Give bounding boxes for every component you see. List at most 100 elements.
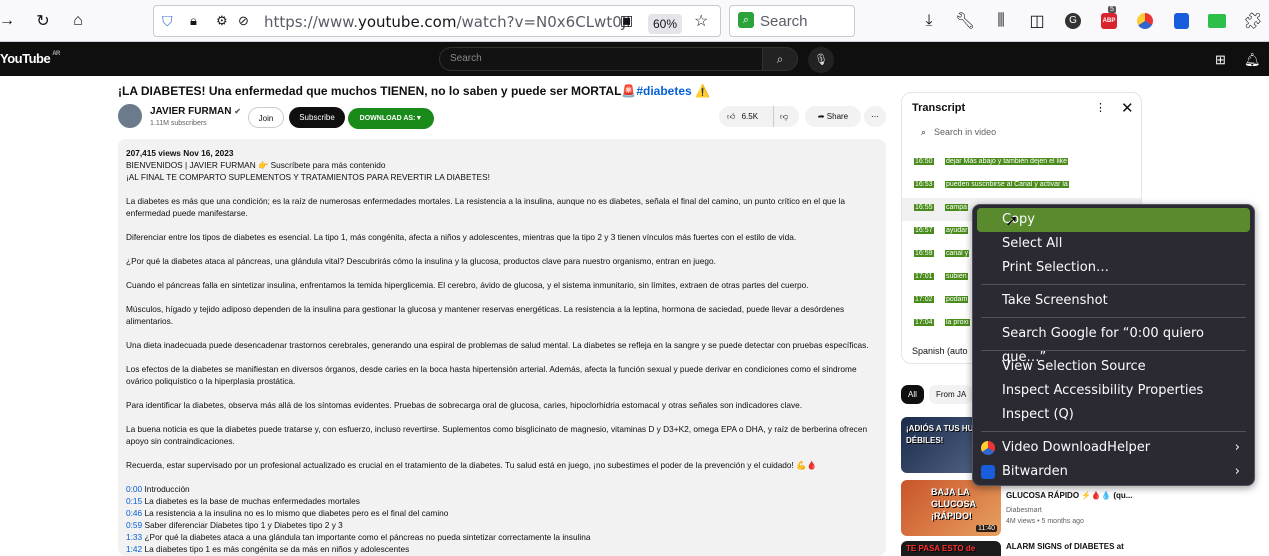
bitwarden-icon[interactable]	[1170, 10, 1192, 32]
extensions-icon[interactable]: 🧩︎	[1242, 10, 1264, 32]
create-video-icon[interactable]: ⊞	[1215, 52, 1226, 68]
menu-item-inspect[interactable]: Inspect (Q)	[977, 403, 1250, 427]
menu-item-take-screenshot[interactable]: Take Screenshot	[977, 289, 1250, 313]
description-paragraph: Para identificar la diabetes, observa má…	[126, 400, 803, 410]
view-stats: 207,415 views Nov 16, 2023	[126, 148, 234, 158]
menu-separator	[981, 317, 1246, 318]
transcript-language-select[interactable]: Spanish (auto	[912, 346, 968, 356]
chapter-timestamp[interactable]: 1:33	[126, 532, 142, 542]
avatar[interactable]	[118, 104, 142, 128]
menu-item-select-all[interactable]: Select All	[977, 232, 1250, 256]
chapter-timestamp[interactable]: 0:59	[126, 520, 142, 530]
description-paragraph: La diabetes es más que una condición; es…	[126, 196, 846, 218]
autoplay-blocked-icon[interactable]: ⊘	[238, 13, 249, 29]
chapter-timestamp[interactable]: 1:42	[126, 544, 142, 554]
browser-search-field[interactable]: ⌕ Search	[729, 5, 855, 37]
lock-icon[interactable]: 🔒︎	[190, 13, 197, 29]
chip-all[interactable]: All	[901, 385, 924, 404]
description-paragraph: Músculos, hígado y tejido adiposo depend…	[126, 304, 845, 326]
chapter-timestamp[interactable]: 0:15	[126, 496, 142, 506]
recommendation-title[interactable]: ALARM SIGNS of DIABETES at	[1006, 542, 1136, 552]
like-button[interactable]: 👍︎ 6.5K 👎︎	[719, 106, 799, 127]
channel-name[interactable]: JAVIER FURMAN ✔	[150, 106, 241, 117]
menu-separator	[981, 350, 1246, 351]
subscriber-count: 1.11M subscribers	[150, 120, 207, 127]
mouse-cursor-icon: ➚	[1005, 213, 1019, 230]
description-line: ¡AL FINAL TE COMPARTO SUPLEMENTOS Y TRAT…	[126, 172, 490, 182]
subscribe-button[interactable]: Subscribe	[289, 107, 345, 128]
home-icon[interactable]: ⌂	[67, 10, 89, 32]
download-button[interactable]: DOWNLOAD AS:▼	[348, 108, 434, 129]
shield-icon[interactable]: ⛉	[162, 13, 173, 30]
like-count: 6.5K	[741, 112, 759, 121]
forward-icon[interactable]: →	[0, 10, 18, 32]
search-icon[interactable]: ⌕	[762, 47, 798, 71]
chip-from-channel[interactable]: From JA	[929, 385, 974, 404]
menu-item-bitwarden[interactable]: Bitwarden ›	[977, 460, 1250, 484]
description-line: BIENVENIDOS | JAVIER FURMAN 👉 Suscríbete…	[126, 160, 386, 170]
sidebar-icon[interactable]: ◫	[1026, 10, 1048, 32]
join-button[interactable]: Join	[248, 107, 284, 128]
recommendation-title[interactable]: GLUCOSA RÁPIDO ⚡🩸💧 (qu...	[1006, 491, 1136, 501]
video-description[interactable]: 207,415 views Nov 16, 2023 BIENVENIDOS |…	[118, 139, 886, 556]
more-actions-button[interactable]: ⋯	[864, 106, 886, 127]
menu-separator	[981, 284, 1246, 285]
description-paragraph: Diferenciar entre los tipos de diabetes …	[126, 232, 797, 242]
zoom-level[interactable]: 60%	[648, 14, 682, 34]
permissions-icon[interactable]: ⚙	[216, 13, 228, 29]
search-icon: ⌕	[921, 127, 927, 137]
recommendation-thumbnail[interactable]: BAJA LA GLUCOSA ¡RÁPIDO! 11:40	[901, 480, 1001, 536]
menu-item-view-selection-source[interactable]: View Selection Source	[977, 355, 1250, 379]
youtube-search-input[interactable]: Search	[439, 47, 763, 71]
close-icon[interactable]: ✕	[1121, 99, 1134, 117]
library-icon[interactable]: ⫼	[990, 10, 1012, 32]
chapter-timestamp[interactable]: 0:46	[126, 508, 142, 518]
description-paragraph: La buena noticia es que la diabetes pued…	[126, 424, 868, 446]
chapter-item: 0:00 Introducción	[126, 484, 190, 494]
video-downloadhelper-icon	[981, 441, 995, 455]
chapter-item: 0:46 La resistencia a la insulina no es …	[126, 508, 449, 518]
url-text[interactable]: https://www.youtube.com/watch?v=N0x6CLwt…	[264, 13, 631, 31]
extension-green-icon[interactable]	[1206, 10, 1228, 32]
bookmark-star-icon[interactable]: ☆	[694, 11, 708, 31]
recommendation-thumbnail[interactable]: TE PASA ESTO de NOCHE?	[901, 541, 1001, 556]
notifications-bell-icon[interactable]: 🔔︎	[1244, 52, 1261, 68]
menu-item-video-downloadhelper[interactable]: Video DownloadHelper ›	[977, 436, 1250, 460]
country-code: AR	[52, 51, 60, 57]
menu-item-print-selection[interactable]: Print Selection…	[977, 256, 1250, 280]
video-downloadhelper-icon[interactable]	[1134, 10, 1156, 32]
transcript-title: Transcript	[912, 102, 966, 114]
thumbs-down-icon[interactable]: 👎︎	[773, 106, 788, 127]
chapter-item: 1:33 ¿Por qué la diabetes ataca a una gl…	[126, 532, 591, 542]
youtube-logo[interactable]: YouTube AR	[0, 51, 60, 66]
more-options-icon[interactable]: ⋮	[1095, 101, 1106, 114]
share-button[interactable]: ➦ Share	[805, 106, 861, 127]
reader-view-icon[interactable]: ▣	[620, 12, 633, 29]
wrench-icon[interactable]: 🔧︎	[954, 10, 976, 32]
chapter-item: 1:42 La diabetes tipo 1 es más congénita…	[126, 544, 410, 554]
downloads-icon[interactable]: ⤓	[918, 10, 940, 32]
recommendation-meta: 4M views • 5 months ago	[1006, 518, 1084, 525]
adblock-badge: 5	[1108, 6, 1116, 13]
thumbs-up-icon: 👍︎	[727, 112, 736, 121]
reload-icon[interactable]: ↻	[32, 10, 54, 32]
grammarly-icon[interactable]: G	[1062, 10, 1084, 32]
microphone-icon[interactable]: 🎙︎	[808, 47, 834, 73]
share-icon: ➦	[817, 112, 825, 121]
context-menu: Copy Select All Print Selection… Take Sc…	[972, 204, 1255, 486]
search-engine-icon[interactable]: ⌕	[738, 12, 754, 28]
adblock-plus-icon[interactable]: ABP 5	[1098, 6, 1120, 32]
description-paragraph: Una dieta inadecuada puede desencadenar …	[126, 340, 869, 350]
hashtag-link[interactable]: #diabetes	[636, 84, 691, 98]
description-paragraph: ¿Por qué la diabetes ataca al páncreas, …	[126, 256, 716, 266]
transcript-line[interactable]: 16:53 pueden suscribirse al Canal y activ…	[902, 175, 1141, 198]
transcript-line[interactable]: 16:50 dejar Más abajo y también dejen el …	[902, 152, 1141, 175]
chapter-item: 0:59 Saber diferenciar Diabetes tipo 1 y…	[126, 520, 343, 530]
menu-item-search-google[interactable]: Search Google for “0:00 quiero que…”	[977, 322, 1250, 365]
recommendation-channel[interactable]: Diabesmart	[1006, 507, 1042, 514]
bitwarden-icon	[981, 465, 995, 479]
chapter-timestamp[interactable]: 0:00	[126, 484, 142, 494]
url-bar[interactable]: ⛉ 🔒︎ ⚙ ⊘ https://www.youtube.com/watch?v…	[153, 5, 721, 37]
menu-item-inspect-accessibility[interactable]: Inspect Accessibility Properties	[977, 379, 1250, 403]
transcript-search-input[interactable]: ⌕ Search in video	[921, 127, 996, 138]
